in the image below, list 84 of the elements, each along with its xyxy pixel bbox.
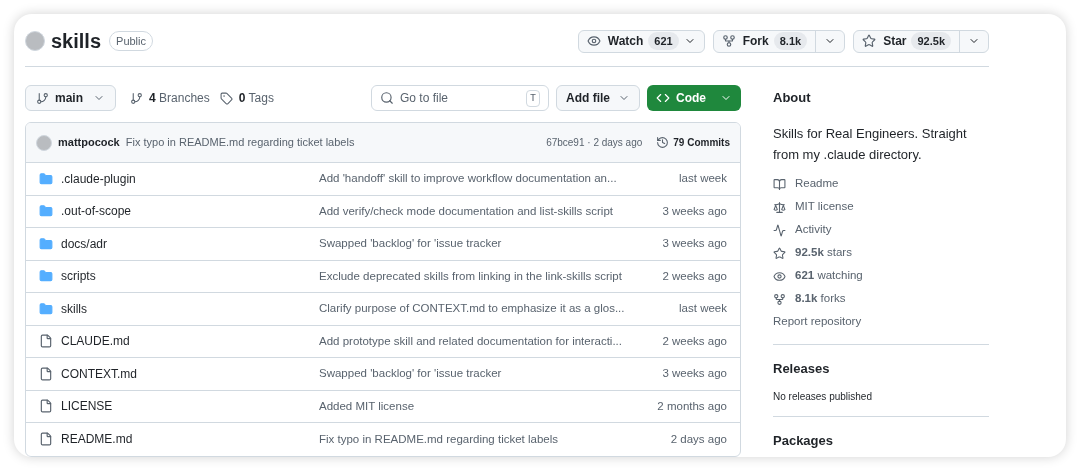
- file-name[interactable]: scripts: [61, 267, 319, 286]
- commit-time: 2 days ago: [670, 431, 727, 447]
- releases-heading[interactable]: Releases: [773, 358, 989, 378]
- file-name[interactable]: CONTEXT.md: [61, 364, 319, 383]
- commit-message[interactable]: Added MIT license: [319, 397, 639, 415]
- file-name[interactable]: docs/adr: [61, 234, 319, 253]
- file-icon: [39, 399, 53, 414]
- book-icon: [773, 177, 786, 191]
- branch-icon: [130, 91, 143, 105]
- commit-message[interactable]: Swapped 'backlog' for 'issue tracker: [319, 235, 639, 253]
- search-field[interactable]: Go to file T: [371, 85, 549, 111]
- code-button[interactable]: Code: [647, 85, 741, 111]
- fork-icon: [721, 34, 736, 48]
- about-link[interactable]: 621 watching: [795, 267, 863, 285]
- repo-description: Skills for Real Engineers. Straight from my .claude directory.: [773, 124, 968, 164]
- file-icon: [39, 334, 53, 349]
- about-link[interactable]: 8.1k forks: [795, 290, 846, 308]
- file-name[interactable]: LICENSE: [61, 397, 319, 416]
- tag-icon: [219, 91, 233, 105]
- count-badge: 92.5k: [911, 31, 951, 51]
- star-icon: [862, 34, 877, 48]
- about-link[interactable]: Activity: [795, 221, 832, 239]
- commit-time: 3 weeks ago: [662, 366, 727, 382]
- repo-name[interactable]: skills: [51, 26, 102, 56]
- about-heading: About: [773, 89, 812, 107]
- commit-time: 2 weeks ago: [662, 268, 727, 284]
- add-file-button[interactable]: Add file: [556, 85, 640, 111]
- folder-icon: [39, 171, 53, 186]
- commit-message[interactable]: Add prototype skill and related documentation for interacti...: [319, 332, 639, 350]
- about-link[interactable]: MIT license: [795, 198, 854, 216]
- branch-icon: [36, 91, 49, 105]
- commit-time: 3 weeks ago: [662, 203, 727, 219]
- about-link[interactable]: Readme: [795, 175, 839, 193]
- file-icon: [39, 432, 53, 447]
- commit-hash-time: 67bce91 · 2 days ago: [546, 136, 643, 150]
- fork-button[interactable]: Fork 8.1k: [713, 30, 816, 52]
- star-button[interactable]: Star 92.5k: [854, 30, 959, 52]
- commit-message[interactable]: Clarify purpose of CONTEXT.md to emphasize it as a glos...: [319, 300, 639, 318]
- commit-time: last week: [679, 301, 727, 317]
- file-name[interactable]: .claude-plugin: [61, 169, 319, 188]
- releases-note: No releases published: [773, 390, 873, 404]
- file-name[interactable]: CLAUDE.md: [61, 332, 319, 351]
- commit-time: 3 weeks ago: [662, 236, 727, 252]
- avatar: [36, 134, 52, 151]
- commit-message[interactable]: Fix typo in README.md regarding ticket labels: [319, 430, 639, 448]
- watch-button[interactable]: Watch 621: [578, 30, 704, 52]
- branches-link[interactable]: 4 Branches: [149, 89, 210, 107]
- commit-time: 2 months ago: [657, 398, 727, 414]
- fork-icon: [773, 292, 786, 306]
- commit-message[interactable]: Fix typo in README.md regarding ticket labels: [125, 134, 355, 151]
- history-icon: [656, 136, 670, 149]
- avatar: [25, 31, 45, 51]
- tags-link[interactable]: 0 Tags: [238, 89, 274, 107]
- code-icon: [656, 91, 670, 105]
- count-badge: 621: [648, 31, 679, 51]
- packages-heading[interactable]: Packages: [773, 431, 989, 451]
- file-name[interactable]: skills: [61, 299, 319, 318]
- folder-icon: [39, 301, 53, 316]
- count-badge: 8.1k: [773, 31, 808, 51]
- pulse-icon: [773, 223, 786, 237]
- commits-link[interactable]: 79 Commits: [673, 135, 730, 150]
- commit-message[interactable]: Swapped 'backlog' for 'issue tracker: [319, 365, 639, 383]
- folder-icon: [39, 204, 53, 219]
- commit-message[interactable]: Add verify/check mode documentation and list-skills script: [319, 202, 639, 220]
- eye-icon: [586, 34, 601, 48]
- commit-time: last week: [679, 171, 727, 187]
- file-name[interactable]: README.md: [61, 430, 319, 449]
- commit-message[interactable]: Exclude deprecated skills from linking in the link-skills script: [319, 267, 639, 285]
- file-icon: [39, 366, 53, 381]
- commit-author[interactable]: mattpocock: [58, 134, 120, 151]
- folder-icon: [39, 269, 53, 284]
- file-name[interactable]: .out-of-scope: [61, 202, 319, 221]
- folder-icon: [39, 236, 53, 251]
- scale-icon: [773, 200, 786, 214]
- commit-time: 2 weeks ago: [662, 333, 727, 349]
- search-input[interactable]: Go to file: [400, 89, 520, 107]
- search-icon: [380, 91, 394, 105]
- about-link[interactable]: 92.5k stars: [795, 244, 852, 262]
- shortcut-key: T: [526, 89, 540, 107]
- branch-selector[interactable]: main: [25, 85, 116, 111]
- star-icon: [773, 246, 786, 260]
- commit-message[interactable]: Add 'handoff' skill to improve workflow documentation an...: [319, 170, 639, 188]
- eye-icon: [773, 269, 786, 283]
- about-link[interactable]: Report repository: [773, 313, 862, 331]
